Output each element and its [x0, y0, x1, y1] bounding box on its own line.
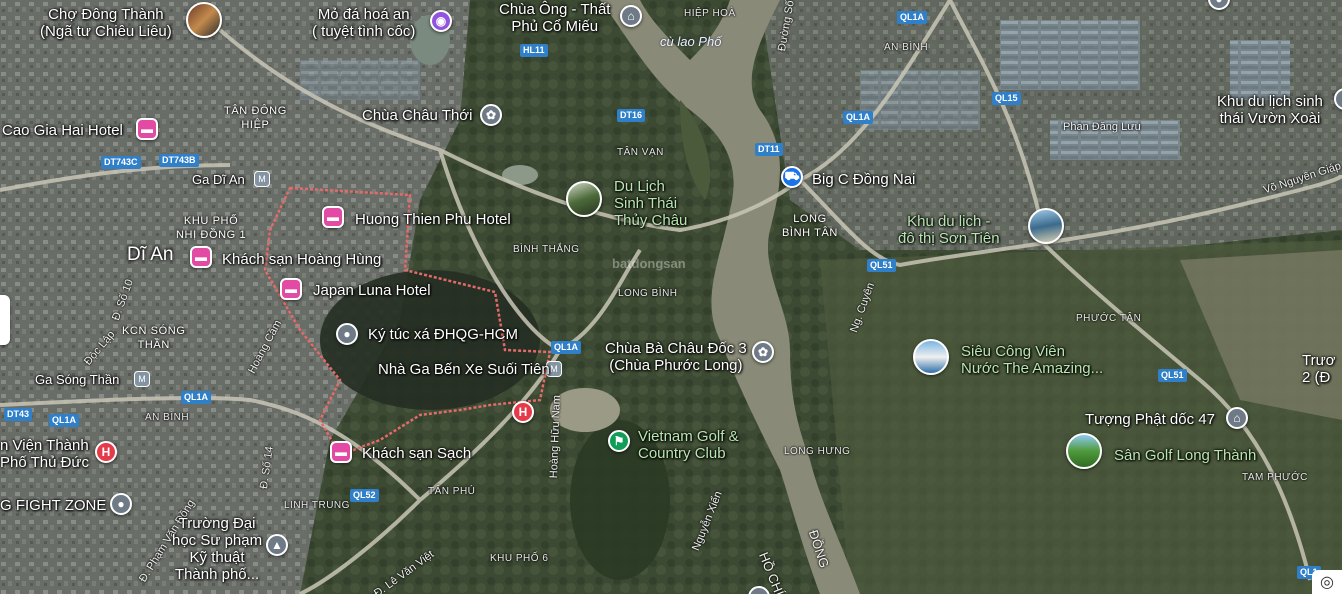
area-phuoc-tan: PHƯỚC TÂN: [1076, 313, 1142, 324]
satellite-map[interactable]: HIỆP HOÀ AN BÌNH TÂN ĐÔNG HIỆP KHU PHỐ NHỊ…: [0, 0, 1342, 594]
place-icon[interactable]: ●: [110, 493, 132, 515]
train-icon[interactable]: M: [134, 371, 150, 387]
poi-cao-gia-hai[interactable]: Cao Gia Hai Hotel: [2, 122, 123, 139]
road-badge-ql15: QL15: [992, 92, 1021, 105]
area-hiep-hoa: HIỆP HOÀ: [684, 8, 736, 19]
place-icon[interactable]: ●: [336, 323, 358, 345]
poi-ktx[interactable]: Ký túc xá ĐHQG-HCM: [368, 326, 518, 343]
poi-truong-right[interactable]: Trươ 2 (Đ: [1302, 352, 1335, 386]
hotel-icon[interactable]: ▬: [322, 206, 344, 228]
poi-vuon-xoai[interactable]: Khu du lịch sinh thái Vườn Xoài: [1217, 93, 1323, 127]
area-khu-pho-6: KHU PHỐ 6: [490, 553, 549, 564]
temple-icon[interactable]: ✿: [480, 104, 502, 126]
area-kcn-song-than: KCN SÓNG THẦN: [122, 325, 186, 351]
road-badge-hl11: HL11: [520, 44, 548, 57]
area-an-binh-top: AN BÌNH: [884, 42, 929, 53]
road-badge-ql1a-e: QL1A: [49, 414, 80, 427]
poi-mo-da[interactable]: Mỏ đá hoá an( tuyệt tình cốc): [312, 6, 415, 40]
school-icon[interactable]: ▲: [266, 534, 288, 556]
hospital-icon[interactable]: H: [512, 401, 534, 423]
poi-du-lich-sinh-thai[interactable]: Du Lịch Sinh Thái Thủy Châu: [614, 178, 687, 229]
photo-pin-son-tien[interactable]: [1028, 208, 1064, 244]
landmark-icon[interactable]: ⌂: [620, 5, 642, 27]
poi-son-tien[interactable]: Khu du lịch - đô thị Sơn Tiên: [898, 213, 1000, 247]
area-tan-phu: TÂN PHÚ: [428, 486, 476, 497]
poi-huong-thien-phu[interactable]: Huong Thien Phu Hotel: [355, 211, 511, 228]
road-badge-ql1a-c: QL1A: [551, 341, 582, 354]
temple-icon[interactable]: ✿: [752, 341, 774, 363]
road-badge-ql52: QL52: [350, 489, 379, 502]
poi-vien-thanh[interactable]: n Viện Thành Phố Thủ Đức: [0, 437, 89, 471]
poi-big-c[interactable]: Big C Đồng Nai: [812, 171, 915, 188]
side-panel-toggle[interactable]: [0, 295, 10, 345]
hospital-icon[interactable]: H: [95, 441, 117, 463]
road-badge-dt43: DT43: [4, 408, 33, 421]
hotel-icon[interactable]: ▬: [280, 278, 302, 300]
poi-chua-ong[interactable]: Chùa Ông - Thất Phủ Cổ Miếu: [499, 1, 610, 35]
road-badge-ql1a-b: QL1A: [843, 111, 874, 124]
road-badge-dt16: DT16: [617, 109, 646, 122]
hotel-icon[interactable]: ▬: [136, 118, 158, 140]
poi-nha-ga[interactable]: Nhà Ga Bến Xe Suối Tiên: [378, 361, 550, 378]
photo-pin-sieu-cong-vien[interactable]: [913, 339, 949, 375]
my-location-icon[interactable]: ◎: [1312, 570, 1342, 594]
poi-sieu-cong-vien[interactable]: Siêu Công Viên Nước The Amazing...: [961, 343, 1103, 377]
poi-cho-dong-thanh[interactable]: Chợ Đông Thành (Ngã tư Chiêu Liêu): [40, 6, 172, 40]
landmark-icon[interactable]: ⌂: [1226, 407, 1248, 429]
area-tam-phuoc: TAM PHƯỚC: [1242, 472, 1308, 483]
area-an-binh-left: AN BÌNH: [145, 412, 190, 423]
area-long-binh-tan: LONG BÌNH TÂN: [782, 213, 838, 239]
road-badge-dt743c: DT743C: [101, 156, 141, 169]
area-long-hung: LONG HƯNG: [784, 446, 851, 457]
poi-san-golf[interactable]: Sân Golf Long Thành: [1114, 447, 1256, 464]
hotel-icon[interactable]: ▬: [330, 441, 352, 463]
watermark: batdongsan: [612, 256, 686, 271]
area-linh-trung: LINH TRUNG: [284, 500, 350, 511]
poi-chua-ba-chau-doc[interactable]: Chùa Bà Châu Đốc 3 (Chùa Phước Long): [605, 340, 747, 374]
road-badge-ql51: QL51: [867, 259, 896, 272]
poi-vietnam-golf[interactable]: Vietnam Golf & Country Club: [638, 428, 739, 462]
road-badge-ql1a-d: QL1A: [181, 391, 212, 404]
area-khu-pho-nhi-dong: KHU PHỐ NHỊ ĐỒNG 1: [176, 215, 247, 241]
poi-ga-di-an[interactable]: Ga Dĩ An: [192, 171, 245, 188]
photo-pin-du-lich[interactable]: [566, 181, 602, 217]
poi-japan-luna[interactable]: Japan Luna Hotel: [313, 282, 431, 299]
area-long-binh: LONG BÌNH: [618, 288, 678, 299]
poi-khach-san-sach[interactable]: Khách sạn Sạch: [362, 445, 471, 462]
area-tan-dong-hiep: TÂN ĐÔNG HIỆP: [224, 105, 287, 131]
poi-chua-chau-thoi[interactable]: Chùa Châu Thới: [362, 107, 472, 124]
golf-icon[interactable]: ⚑: [608, 430, 630, 452]
photo-pin-cho-dong-thanh[interactable]: [186, 2, 222, 38]
road-badge-ql51-b: QL51: [1158, 369, 1187, 382]
hotel-icon[interactable]: ▬: [190, 246, 212, 268]
road-name-phan-dang-luu: Phan Đăng Lưu: [1063, 121, 1141, 133]
camera-icon[interactable]: ◉: [430, 10, 452, 32]
road-badge-dt743b: DT743B: [159, 154, 199, 167]
poi-truong-dai-hoc[interactable]: Trường Đại học Sư phạm Kỹ thuật Thành phố..…: [172, 515, 262, 583]
river-label: cù lao Phố: [660, 34, 722, 49]
city-label-di-an[interactable]: Dĩ An: [127, 244, 173, 266]
area-binh-thang: BÌNH THẮNG: [513, 244, 580, 255]
poi-khach-san-hoang-hung[interactable]: Khách sạn Hoàng Hùng: [222, 251, 381, 268]
road-badge-dt11: DT11: [755, 143, 783, 156]
area-tan-van: TÂN VẠN: [617, 147, 664, 158]
photo-pin-san-golf[interactable]: [1066, 433, 1102, 469]
poi-tuong-phat[interactable]: Tượng Phật dốc 47: [1085, 411, 1215, 428]
road-badge-ql1a-a: QL1A: [897, 11, 928, 24]
poi-fight-zone[interactable]: G FIGHT ZONE: [0, 497, 106, 514]
poi-ga-song-than[interactable]: Ga Sóng Thần: [35, 371, 119, 388]
shopping-cart-icon[interactable]: ⛟: [781, 166, 803, 188]
train-icon[interactable]: M: [254, 171, 270, 187]
